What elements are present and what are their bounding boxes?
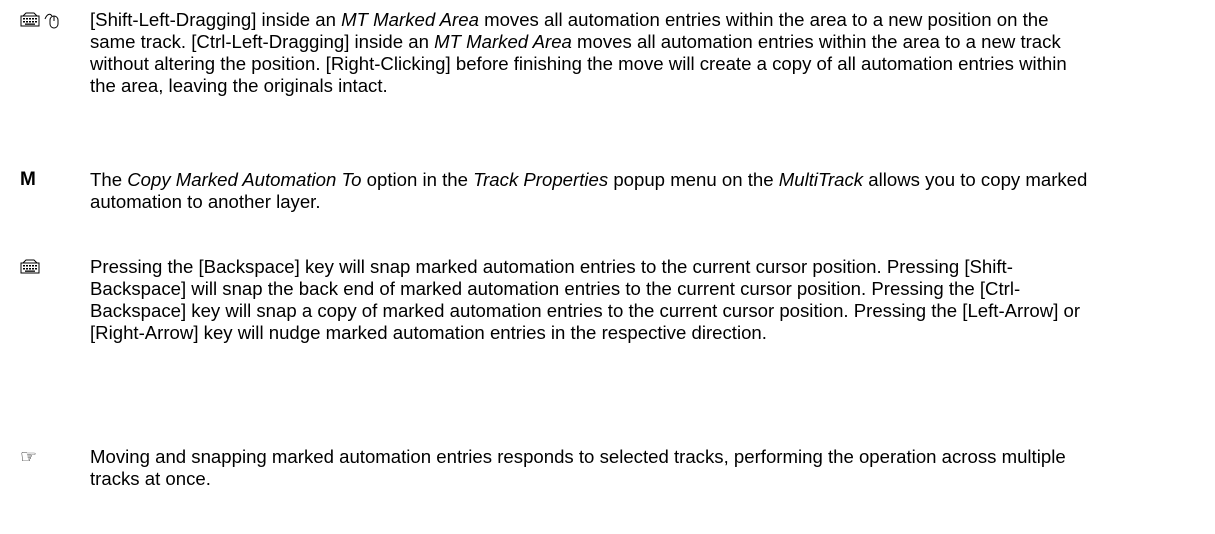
note-marker: ☞: [20, 447, 37, 469]
text-run: Pressing the [Backspace] key will snap m…: [90, 256, 1081, 343]
text-run: option in the: [361, 169, 474, 190]
menu-marker: M: [20, 169, 36, 191]
italic-term: Copy Marked Automation To: [127, 169, 362, 190]
menu-m-icon: M: [20, 169, 36, 190]
tip-text: Pressing the [Backspace] key will snap m…: [90, 256, 1090, 344]
text-run: Moving and snapping marked automation en…: [90, 446, 1066, 489]
tip-text: Moving and snapping marked automation en…: [90, 446, 1090, 490]
italic-term: MT Marked Area: [434, 31, 572, 52]
keyboard-icon: [20, 12, 40, 28]
mouse-icon: [44, 11, 60, 29]
pointing-hand-icon: ☞: [20, 447, 38, 468]
document-page: [Shift-Left-Dragging] inside an MT Marke…: [0, 0, 1215, 534]
italic-term: MT Marked Area: [341, 9, 479, 30]
italic-term: MultiTrack: [778, 169, 864, 190]
italic-term: Track Properties: [473, 169, 609, 190]
text-run: [Shift-Left-Dragging] inside an: [90, 9, 342, 30]
text-run: popup menu on the: [608, 169, 779, 190]
tip-text: [Shift-Left-Dragging] inside an MT Marke…: [90, 9, 1090, 97]
keyboard-icon: [20, 259, 40, 275]
keyboard-marker: [20, 256, 40, 278]
tip-text: The Copy Marked Automation To option in …: [90, 169, 1090, 213]
keyboard-mouse-marker: [20, 9, 60, 31]
text-run: The: [90, 169, 128, 190]
